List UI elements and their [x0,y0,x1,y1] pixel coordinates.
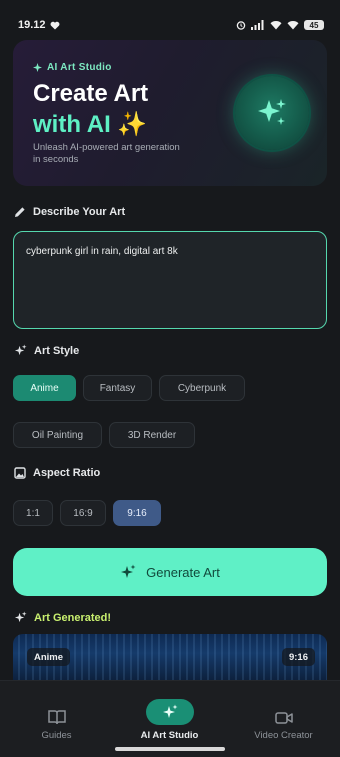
signal-icon [251,20,264,30]
hero-title: Create Art [33,80,149,107]
generated-art-preview[interactable]: Anime 9:16 [13,634,327,682]
hero-tag: AI Art Studio [33,62,112,73]
style-chip-oil-painting[interactable]: Oil Painting [13,422,102,448]
art-prompt-value: cyberpunk girl in rain, digital art 8k [26,246,178,257]
wifi-icon-secondary [287,21,299,30]
nav-label: AI Art Studio [140,730,199,741]
nav-label: Video Creator [254,730,313,741]
hero-tag-text: AI Art Studio [47,62,112,73]
nav-label: Guides [41,730,72,741]
status-left: 19.12 [18,14,60,36]
battery-indicator: 45 [304,20,324,30]
art-generated-label: Art Generated! [14,611,111,624]
describe-label-text: Describe Your Art [33,206,126,218]
preview-style-badge: Anime [27,648,71,666]
video-camera-icon [274,712,293,724]
ratio-chip-1-1[interactable]: 1:1 [13,500,53,526]
wifi-icon [270,21,282,30]
art-generated-label-text: Art Generated! [34,611,112,624]
style-chip-anime[interactable]: Anime [13,375,76,401]
bottom-navigation: Guides AI Art Studio Video Creator [0,680,340,757]
alarm-icon [236,21,246,30]
ratio-chip-9-16[interactable]: 9:16 [113,500,161,526]
ratio-chip-label: 9:16 [127,507,147,519]
style-chip-label: Cyberpunk [177,382,227,394]
sparkles-icon [258,99,286,125]
sparkle-small-icon [33,63,42,72]
describe-label: Describe Your Art [14,206,125,218]
sparkles-icon [14,344,27,356]
aspect-ratio-label-text: Aspect Ratio [33,467,101,479]
nav-item-ai-art-studio[interactable]: AI Art Studio [113,681,226,741]
heart-icon [50,21,59,29]
home-indicator[interactable] [115,747,225,751]
style-chip-label: Oil Painting [31,429,84,441]
sparkles-orb [235,76,309,150]
sparkles-icon [121,564,136,578]
pencil-icon [15,207,25,217]
battery-level: 45 [309,20,319,30]
art-style-label: Art Style [14,344,79,357]
aspect-ratio-label: Aspect Ratio [14,467,100,479]
status-time: 19.12 [18,19,46,31]
hero-banner: AI Art Studio Create Art with AI ✨ Unlea… [13,40,327,186]
ratio-chip-label: 1:1 [26,507,40,519]
style-chip-label: 3D Render [127,429,177,441]
status-right: 45 [236,14,324,36]
style-chip-cyberpunk[interactable]: Cyberpunk [159,375,245,401]
book-icon [47,710,66,725]
nav-item-guides[interactable]: Guides [0,681,113,741]
style-chip-label: Fantasy [99,382,136,394]
hero-title-accent: with AI ✨ [33,111,148,138]
style-chip-label: Anime [30,382,59,394]
nav-active-pill [145,699,194,725]
status-bar: 19.12 45 [0,0,340,36]
ratio-chip-label: 16:9 [73,507,93,519]
generate-art-button[interactable]: Generate Art [13,548,327,596]
nav-item-video-creator[interactable]: Video Creator [227,681,340,741]
art-prompt-input[interactable]: cyberpunk girl in rain, digital art 8k [13,231,327,329]
style-chip-fantasy[interactable]: Fantasy [83,375,152,401]
sparkles-icon [162,704,177,718]
ratio-chip-16-9[interactable]: 16:9 [60,500,106,526]
sparkles-icon [14,611,27,623]
art-style-label-text: Art Style [34,344,80,357]
image-frame-icon [14,467,26,479]
hero-description: Unleash AI-powered art generation in sec… [33,142,180,165]
style-chip-3d-render[interactable]: 3D Render [109,422,195,448]
preview-ratio-badge: 9:16 [281,648,315,666]
generate-art-label: Generate Art [146,564,220,580]
